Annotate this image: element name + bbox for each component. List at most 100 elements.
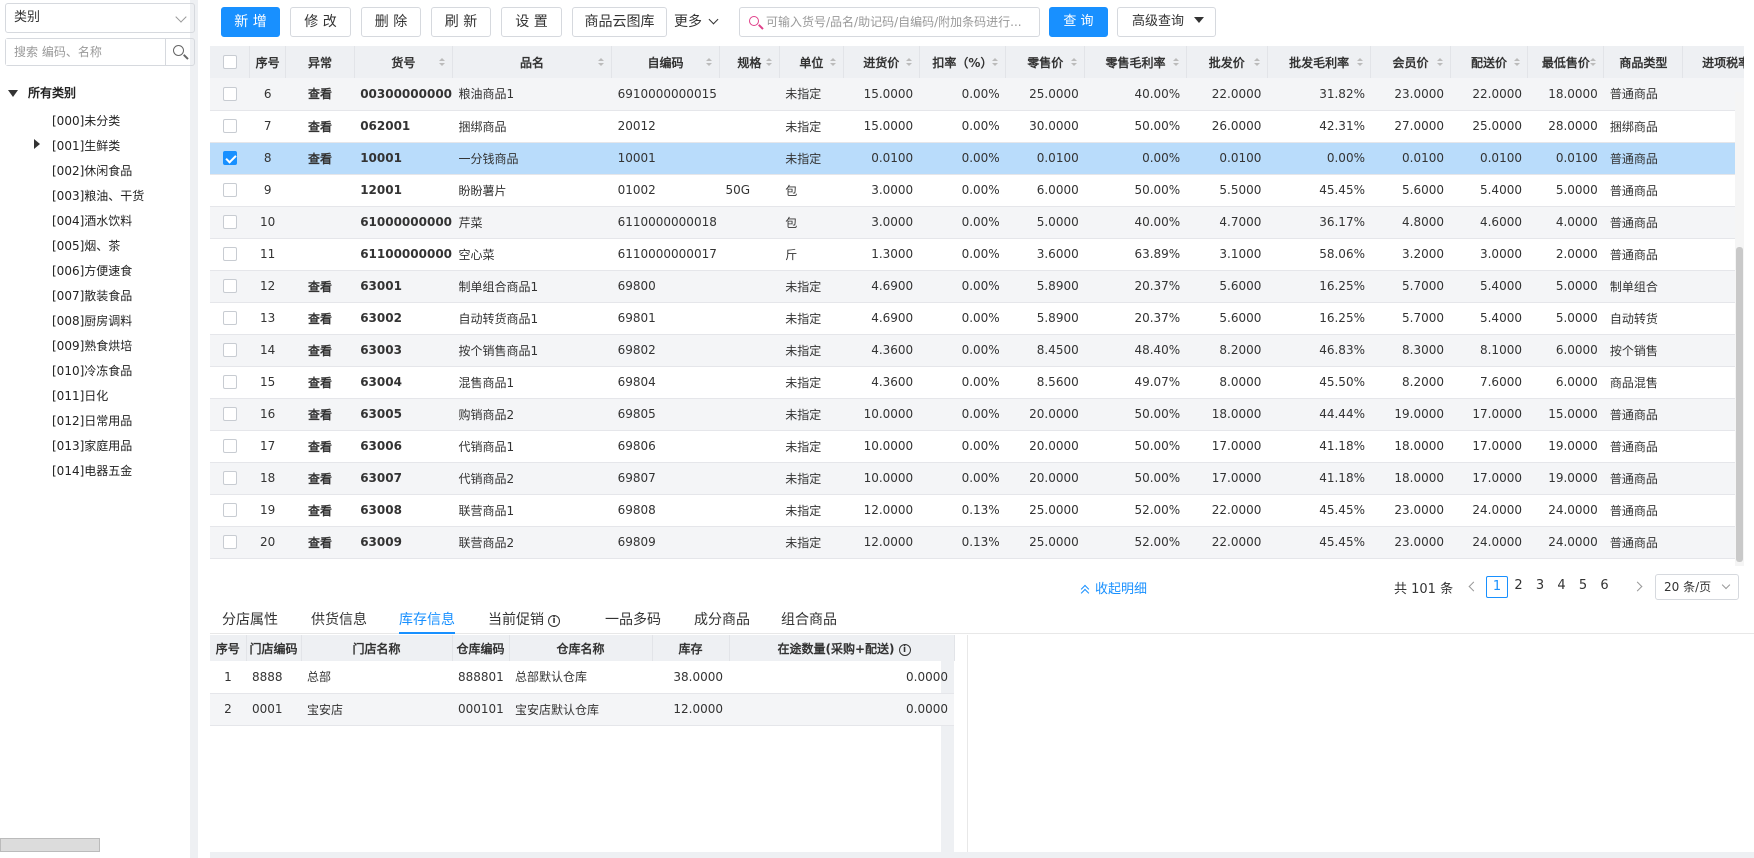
table-row[interactable]: 7 查看 062001 捆绑商品 20012 未指定 15.0000 0.00% 30.0000… — [210, 110, 1744, 143]
product-code-link[interactable]: 63008 — [354, 494, 453, 527]
page-2[interactable]: 2 — [1508, 576, 1530, 598]
column-header[interactable]: 货号 — [354, 46, 453, 78]
row-checkbox[interactable] — [222, 471, 237, 486]
product-code-link[interactable]: 63005 — [354, 398, 453, 431]
view-exception-link[interactable] — [285, 174, 355, 207]
product-code-link[interactable]: 062001 — [354, 110, 453, 143]
row-select-cell[interactable] — [210, 206, 250, 239]
page-1[interactable]: 1 — [1486, 576, 1508, 598]
tree-item[interactable]: [009]熟食烘培 — [52, 337, 132, 354]
page-6[interactable]: 6 — [1594, 576, 1616, 598]
row-select-cell[interactable] — [210, 334, 250, 367]
next-page-icon[interactable] — [1632, 581, 1643, 592]
row-select-cell[interactable] — [210, 526, 250, 559]
category-search-input[interactable] — [6, 39, 166, 65]
tree-item[interactable]: [012]日常用品 — [52, 412, 132, 429]
product-code-link[interactable]: 63009 — [354, 526, 453, 559]
table-row[interactable]: 17 查看 63006 代销商品1 69806 未指定 10.0000 0.00% 20.000… — [210, 430, 1744, 463]
column-header[interactable]: 配送价 — [1450, 46, 1529, 78]
sort-icon[interactable] — [1172, 58, 1179, 66]
category-type-select[interactable]: 类别 — [5, 3, 195, 33]
row-select-cell[interactable] — [210, 78, 250, 111]
row-checkbox[interactable] — [222, 407, 237, 422]
sort-icon[interactable] — [1253, 58, 1260, 66]
tree-root-all-categories[interactable]: 所有类别 — [8, 84, 76, 101]
sort-icon[interactable] — [438, 58, 445, 66]
product-code-link[interactable]: 63001 — [354, 270, 453, 303]
view-exception-link[interactable]: 查看 — [285, 270, 355, 303]
tab-0[interactable]: 分店属性 — [222, 609, 278, 634]
tree-item[interactable]: [008]厨房调料 — [52, 312, 132, 329]
table-row[interactable]: 12 查看 63001 制单组合商品1 69800 未指定 4.6900 0.00% 5.890… — [210, 270, 1744, 303]
view-exception-link[interactable]: 查看 — [285, 398, 355, 431]
table-row[interactable]: 6查看0030000000014粮油商品16910000000015 未指定15.… — [210, 78, 1744, 111]
row-select-cell[interactable] — [210, 174, 250, 207]
table-row[interactable]: 9 12001 盼盼薯片 01002 50G 包 3.0000 0.00% 6.0000 50.0… — [210, 174, 1744, 207]
select-all-checkbox[interactable] — [222, 55, 237, 70]
product-code-link[interactable]: 10001 — [354, 142, 453, 175]
product-code-link[interactable]: 0030000000014 — [354, 78, 453, 111]
refresh-button[interactable]: 刷 新 — [431, 7, 491, 37]
sidebar-scrollbar[interactable] — [0, 838, 100, 852]
sort-icon[interactable] — [1357, 58, 1364, 66]
prev-page-icon[interactable] — [1468, 581, 1479, 592]
row-select-cell[interactable] — [210, 398, 250, 431]
product-code-link[interactable]: 63004 — [354, 366, 453, 399]
column-header[interactable]: 会员价 — [1370, 46, 1451, 78]
row-select-cell[interactable] — [210, 462, 250, 495]
tree-item[interactable]: [000]未分类 — [52, 112, 120, 129]
column-header[interactable]: 扣率（%） — [919, 46, 1007, 78]
tree-item[interactable]: [006]方便速食 — [52, 262, 132, 279]
tab-2[interactable]: 库存信息 — [399, 609, 455, 634]
tree-item[interactable]: [001]生鲜类 — [52, 137, 120, 154]
product-code-link[interactable]: 63002 — [354, 302, 453, 335]
row-checkbox[interactable] — [222, 279, 237, 294]
tree-item[interactable]: [010]冷冻食品 — [52, 362, 132, 379]
scrollbar-thumb[interactable] — [1736, 247, 1743, 562]
table-row[interactable]: 14 查看 63003 按个销售商品1 69802 未指定 4.3600 0.00% 8.450… — [210, 334, 1744, 367]
view-exception-link[interactable]: 查看 — [285, 142, 355, 175]
tree-item[interactable]: [014]电器五金 — [52, 462, 132, 479]
table-row[interactable]: 11 6110000000017空心菜6110000000017 斤1.30000.… — [210, 238, 1744, 271]
column-header[interactable]: 品名 — [452, 46, 613, 78]
row-checkbox[interactable] — [222, 215, 237, 230]
view-exception-link[interactable]: 查看 — [285, 462, 355, 495]
row-checkbox[interactable] — [222, 247, 237, 262]
header-select-all[interactable] — [210, 46, 251, 78]
product-code-link[interactable]: 6100000000019 — [354, 206, 453, 239]
row-select-cell[interactable] — [210, 302, 250, 335]
sort-icon[interactable] — [598, 58, 605, 66]
view-exception-link[interactable]: 查看 — [285, 366, 355, 399]
row-checkbox[interactable] — [222, 439, 237, 454]
add-button[interactable]: 新 增 — [221, 7, 280, 37]
row-select-cell[interactable] — [210, 494, 250, 527]
table-row[interactable]: 16 查看 63005 购销商品2 69805 未指定 10.0000 0.00% 20.000… — [210, 398, 1744, 431]
tab-1[interactable]: 供货信息 — [311, 609, 367, 634]
sort-icon[interactable] — [1071, 58, 1078, 66]
cloud-gallery-button[interactable]: 商品云图库 — [572, 7, 667, 37]
sort-icon[interactable] — [765, 58, 772, 66]
view-exception-link[interactable]: 查看 — [285, 430, 355, 463]
collapse-detail-button[interactable]: 收起明细 — [1080, 578, 1147, 598]
page-4[interactable]: 4 — [1551, 576, 1573, 598]
product-code-link[interactable]: 63003 — [354, 334, 453, 367]
row-checkbox[interactable] — [222, 343, 237, 358]
row-checkbox[interactable] — [222, 87, 237, 101]
column-header[interactable]: 最低售价 — [1527, 46, 1605, 78]
row-select-cell[interactable] — [210, 430, 250, 463]
column-header[interactable]: 商品类型 — [1603, 46, 1684, 78]
row-select-cell[interactable] — [210, 110, 250, 143]
table-row[interactable]: 10 6100000000019芹菜6110000000018 包3.00000.0… — [210, 206, 1744, 239]
row-checkbox[interactable] — [222, 535, 237, 550]
tree-item[interactable]: [013]家庭用品 — [52, 437, 132, 454]
column-header[interactable]: 进项税率 — [1682, 46, 1744, 78]
row-checkbox[interactable] — [222, 151, 237, 166]
sort-icon[interactable] — [1514, 58, 1521, 66]
tab-5[interactable]: 成分商品 — [694, 609, 750, 634]
sort-icon[interactable] — [905, 58, 912, 66]
page-3[interactable]: 3 — [1529, 576, 1551, 598]
view-exception-link[interactable] — [285, 206, 355, 239]
column-header[interactable]: 零售价 — [1005, 46, 1086, 78]
category-search-button[interactable] — [165, 39, 194, 65]
tree-item[interactable]: [003]粮油、干货 — [52, 187, 144, 204]
